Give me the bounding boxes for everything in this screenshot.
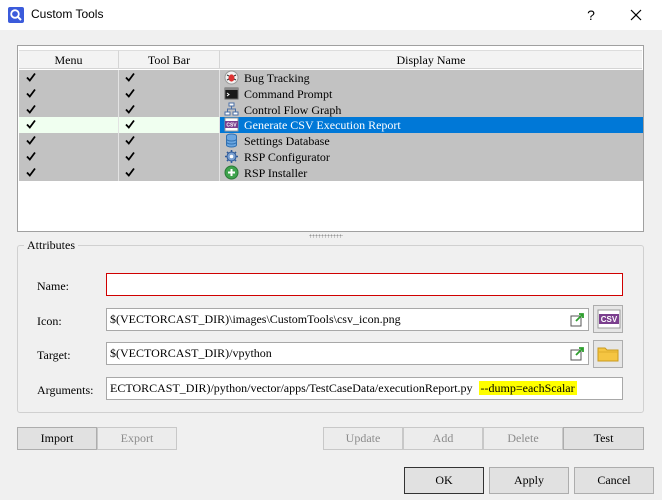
arguments-highlighted-text: --dump=eachScalar xyxy=(478,381,577,395)
arguments-label: Arguments: xyxy=(37,383,94,397)
table-row[interactable]: Control Flow Graph xyxy=(19,101,643,118)
cancel-button[interactable]: Cancel xyxy=(574,467,654,494)
target-browse-button[interactable] xyxy=(593,340,623,368)
display-name-cell[interactable]: Control Flow Graph xyxy=(220,102,643,118)
icon-path-value: $(VECTORCAST_DIR)\images\CustomTools\csv… xyxy=(110,312,401,326)
checkmark-icon xyxy=(125,88,135,98)
apply-button[interactable]: Apply xyxy=(489,467,569,494)
table-row[interactable]: Command Prompt xyxy=(19,85,643,102)
tool-name: RSP Configurator xyxy=(244,149,330,164)
toolbar-checkbox[interactable] xyxy=(119,164,220,181)
ok-button[interactable]: OK xyxy=(404,467,484,494)
display-name-cell[interactable]: Bug Tracking xyxy=(220,70,643,86)
checkmark-icon xyxy=(26,120,36,130)
display-name-cell[interactable]: RSP Installer xyxy=(220,165,643,181)
menu-checkbox[interactable] xyxy=(19,85,119,102)
tool-name: Bug Tracking xyxy=(244,71,310,85)
tool-name: Settings Database xyxy=(244,134,330,149)
tools-table[interactable]: Menu Tool Bar Display Name Bug Tracking C… xyxy=(17,45,644,232)
table-row[interactable]: Settings Database xyxy=(19,133,643,149)
menu-checkbox[interactable] xyxy=(19,101,119,118)
gear-icon xyxy=(225,149,238,163)
arguments-text: ECTORCAST_DIR)/python/vector/apps/TestCa… xyxy=(110,381,473,395)
icon-path-field[interactable]: $(VECTORCAST_DIR)\images\CustomTools\csv… xyxy=(106,308,589,331)
menu-checkbox[interactable] xyxy=(19,117,119,134)
flow-graph-icon xyxy=(224,102,239,116)
checkmark-icon xyxy=(125,120,135,130)
import-button[interactable]: Import xyxy=(17,427,97,450)
checkmark-icon xyxy=(26,104,36,114)
target-value: $(VECTORCAST_DIR)/vpython xyxy=(110,346,272,360)
display-name-cell[interactable]: Command Prompt xyxy=(220,86,643,102)
checkmark-icon xyxy=(125,167,135,177)
add-button[interactable]: Add xyxy=(403,427,483,450)
close-button[interactable] xyxy=(622,5,650,25)
checkmark-icon xyxy=(125,136,135,146)
attributes-group-title: Attributes xyxy=(24,238,78,253)
checkmark-icon xyxy=(26,136,36,146)
search-magnifier-icon xyxy=(8,7,24,23)
svg-text:CSV: CSV xyxy=(226,123,237,129)
help-button[interactable]: ? xyxy=(577,5,605,25)
tool-name: Command Prompt xyxy=(244,86,333,101)
tool-name: RSP Installer xyxy=(244,165,308,180)
toolbar-checkbox[interactable] xyxy=(119,148,220,165)
arguments-value: ECTORCAST_DIR)/python/vector/apps/TestCa… xyxy=(110,378,577,399)
checkmark-icon xyxy=(26,151,36,161)
target-field[interactable]: $(VECTORCAST_DIR)/vpython xyxy=(106,342,589,365)
bug-icon xyxy=(224,70,239,85)
update-button[interactable]: Update xyxy=(323,427,403,450)
name-label: Name: xyxy=(37,279,69,293)
plus-icon xyxy=(224,165,239,180)
toolbar-checkbox[interactable] xyxy=(119,85,220,102)
csv-icon: CSV xyxy=(597,309,621,329)
table-row[interactable]: RSP Configurator xyxy=(19,148,643,165)
checkmark-icon xyxy=(26,72,36,82)
tools-table-body: Bug Tracking Command Prompt Control Flow G… xyxy=(19,70,643,181)
open-external-icon[interactable] xyxy=(570,312,585,327)
toolbar-checkbox[interactable] xyxy=(119,70,220,86)
delete-button[interactable]: Delete xyxy=(483,427,563,450)
menu-checkbox[interactable] xyxy=(19,133,119,149)
close-icon xyxy=(630,9,642,21)
column-header-toolbar[interactable]: Tool Bar xyxy=(119,50,220,69)
folder-icon xyxy=(597,347,619,362)
splitter-handle[interactable] xyxy=(309,234,343,238)
display-name-cell[interactable]: Settings Database xyxy=(220,133,643,149)
menu-checkbox[interactable] xyxy=(19,148,119,165)
checkmark-icon xyxy=(125,72,135,82)
tool-name: Generate CSV Execution Report xyxy=(244,118,401,133)
display-name-cell[interactable]: CSV Generate CSV Execution Report xyxy=(220,117,643,134)
arguments-field[interactable]: ECTORCAST_DIR)/python/vector/apps/TestCa… xyxy=(106,377,623,400)
csv-icon: CSV xyxy=(224,117,239,132)
checkmark-icon xyxy=(125,151,135,161)
menu-checkbox[interactable] xyxy=(19,164,119,181)
checkmark-icon xyxy=(26,88,36,98)
toolbar-checkbox[interactable] xyxy=(119,133,220,149)
toolbar-checkbox[interactable] xyxy=(119,117,220,134)
database-icon xyxy=(226,133,237,148)
column-header-display-name[interactable]: Display Name xyxy=(220,50,642,69)
toolbar-checkbox[interactable] xyxy=(119,101,220,118)
menu-checkbox[interactable] xyxy=(19,70,119,86)
table-row[interactable]: CSV Generate CSV Execution Report xyxy=(19,117,643,134)
window-title: Custom Tools xyxy=(31,7,104,21)
table-row[interactable]: RSP Installer xyxy=(19,164,643,181)
column-header-menu[interactable]: Menu xyxy=(19,50,119,69)
icon-label: Icon: xyxy=(37,314,62,328)
tool-name: Control Flow Graph xyxy=(244,102,342,117)
icon-browse-button[interactable]: CSV xyxy=(593,305,623,333)
export-button[interactable]: Export xyxy=(97,427,177,450)
test-button[interactable]: Test xyxy=(563,427,644,450)
title-bar: Custom Tools ? xyxy=(0,0,662,30)
table-row[interactable]: Bug Tracking xyxy=(19,70,643,86)
checkmark-icon xyxy=(26,167,36,177)
checkmark-icon xyxy=(125,104,135,114)
open-external-icon[interactable] xyxy=(570,346,585,361)
display-name-cell[interactable]: RSP Configurator xyxy=(220,149,643,165)
svg-text:CSV: CSV xyxy=(601,315,618,324)
terminal-icon xyxy=(224,87,239,100)
name-field[interactable] xyxy=(106,273,623,296)
target-label: Target: xyxy=(37,348,71,362)
